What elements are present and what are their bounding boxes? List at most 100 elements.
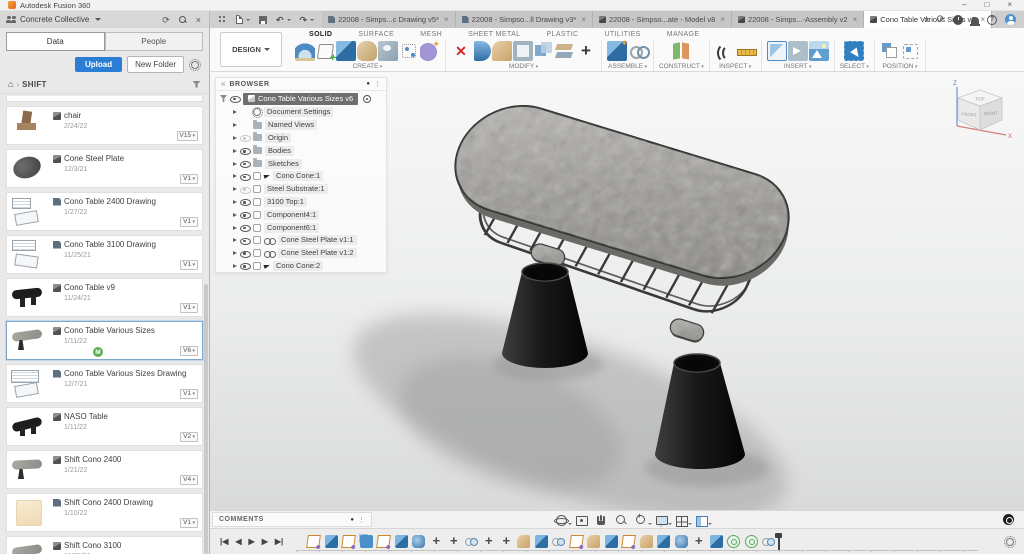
timeline-feature-icon[interactable]: [587, 535, 600, 548]
timeline-feature-icon[interactable]: [762, 535, 775, 548]
disclosure-triangle-icon[interactable]: [233, 226, 237, 230]
job-status-icon[interactable]: ⟳: [937, 14, 945, 26]
browser-tree-item[interactable]: Component4:1: [216, 208, 386, 221]
ribbon-tab[interactable]: PLASTIC: [533, 31, 591, 38]
tool-icon[interactable]: [317, 44, 334, 59]
browser-tree-item[interactable]: Named Views: [216, 119, 386, 132]
nav-tool-icon[interactable]: [575, 514, 587, 526]
data-panel-item[interactable]: Cono Table 3100 Drawing 11/25/21 V1: [6, 235, 203, 274]
tool-icon[interactable]: [534, 41, 554, 61]
redo-icon[interactable]: ↷: [300, 15, 308, 25]
comments-dot-icon[interactable]: ●: [350, 517, 354, 523]
visibility-eye-icon[interactable]: [240, 210, 250, 219]
data-settings-gear-icon[interactable]: [191, 61, 199, 69]
item-version-dropdown[interactable]: V1: [180, 518, 198, 529]
item-version-dropdown[interactable]: V15: [177, 131, 198, 142]
home-icon[interactable]: ⌂: [8, 80, 13, 89]
browser-tree-item[interactable]: Document Settings: [216, 106, 386, 119]
data-panel-item[interactable]: Cone Steel Plate 12/3/21 V1: [6, 149, 203, 188]
undo-caret[interactable]: [287, 19, 291, 21]
disclosure-triangle-icon[interactable]: [233, 123, 237, 127]
visibility-eye-icon[interactable]: [240, 261, 250, 270]
file-menu-caret[interactable]: [246, 19, 250, 21]
nav-tool-icon[interactable]: [675, 514, 687, 526]
undo-icon[interactable]: ↶: [276, 15, 284, 25]
in-canvas-status-icon[interactable]: [1003, 514, 1014, 525]
tool-icon[interactable]: [767, 41, 787, 61]
tool-icon[interactable]: [844, 41, 864, 61]
item-version-dropdown[interactable]: V6: [180, 346, 198, 357]
browser-tree-item[interactable]: Cone Steel Plate v1:1: [216, 234, 386, 247]
browser-tree-item[interactable]: 3100 Top:1: [216, 196, 386, 209]
nav-tool-caret[interactable]: [708, 523, 712, 525]
document-tab-close-icon[interactable]: ×: [720, 15, 725, 24]
refresh-icon[interactable]: ⟳: [162, 14, 170, 26]
timeline-settings-gear-icon[interactable]: [1006, 538, 1014, 546]
timeline-feature-icon[interactable]: [569, 535, 584, 548]
tool-icon[interactable]: [628, 41, 648, 61]
tool-icon[interactable]: [715, 41, 735, 61]
data-panel-item[interactable]: Shift Cono 2400 Drawing 1/10/22 V1: [6, 493, 203, 532]
visibility-eye-icon[interactable]: [240, 249, 250, 258]
data-panel-item-partial[interactable]: [6, 96, 203, 102]
timeline-feature-icon[interactable]: [621, 535, 636, 548]
timeline-feature-icon[interactable]: [447, 535, 460, 548]
browser-tree-item[interactable]: Cone Steel Plate v1:2: [216, 247, 386, 260]
tool-icon[interactable]: [671, 41, 691, 61]
playback-button[interactable]: |◀: [220, 536, 228, 548]
document-tab[interactable]: 22008 - Simps...-Assembly v2 ×: [732, 11, 864, 28]
new-tab-button[interactable]: +: [917, 11, 937, 28]
disclosure-triangle-icon[interactable]: [233, 213, 237, 217]
tool-icon[interactable]: [378, 41, 398, 61]
user-avatar[interactable]: [1005, 14, 1016, 25]
tool-icon[interactable]: [513, 41, 533, 61]
save-icon[interactable]: [259, 16, 267, 24]
minimize-button[interactable]: –: [962, 0, 966, 10]
document-tab[interactable]: 22008 - Simpso...ll Drawing v3* ×: [456, 11, 593, 28]
comments-menu-icon[interactable]: ⋮: [358, 516, 365, 524]
notifications-bell-icon[interactable]: [971, 17, 979, 24]
timeline-feature-icon[interactable]: [325, 535, 338, 548]
browser-menu-icon[interactable]: ⋮: [374, 80, 381, 88]
new-folder-button[interactable]: New Folder: [127, 56, 184, 73]
view-cube[interactable]: TOP FRONT RIGHT Z X: [944, 78, 1016, 144]
file-menu-icon[interactable]: [236, 15, 243, 24]
breadcrumb-folder[interactable]: SHIFT: [22, 80, 47, 89]
timeline-feature-icon[interactable]: [727, 535, 740, 548]
tab-people[interactable]: People: [105, 32, 204, 51]
document-tab-close-icon[interactable]: ×: [853, 15, 858, 24]
group-label-inspect[interactable]: INSPECT: [719, 63, 751, 70]
document-tab[interactable]: 22008 - Simpso...ate - Model v8 ×: [593, 11, 732, 28]
ribbon-tab[interactable]: MANAGE: [654, 31, 713, 38]
ribbon-tab[interactable]: SURFACE: [345, 31, 407, 38]
timeline-feature-icon[interactable]: [360, 535, 373, 548]
comments-panel[interactable]: COMMENTS ● ⋮: [212, 512, 372, 527]
document-tab[interactable]: 22008 - Simps...c Drawing v5* ×: [322, 11, 456, 28]
timeline-feature-icon[interactable]: [500, 535, 513, 548]
nav-tool-caret[interactable]: [688, 523, 692, 525]
ribbon-tab[interactable]: UTILITIES: [591, 31, 653, 38]
browser-tree-item[interactable]: Sketches: [216, 157, 386, 170]
timeline-feature-icon[interactable]: [395, 535, 408, 548]
visibility-eye-icon[interactable]: [240, 172, 250, 181]
playback-button[interactable]: ◀: [235, 536, 241, 548]
data-panel-item[interactable]: Cono Table 2400 Drawing 1/27/22 V1: [6, 192, 203, 231]
timeline-feature-icon[interactable]: [482, 535, 495, 548]
item-version-dropdown[interactable]: V1: [180, 389, 198, 400]
close-panel-icon[interactable]: ×: [196, 14, 201, 26]
browser-tree-item[interactable]: Component6:1: [216, 221, 386, 234]
ribbon-tab[interactable]: MESH: [407, 31, 455, 38]
sort-filter-icon[interactable]: [192, 81, 201, 89]
sidebar-scrollbar[interactable]: [204, 284, 208, 554]
data-panel-item[interactable]: Cono Table v9 11/24/21 V1: [6, 278, 203, 317]
document-tab-close-icon[interactable]: ×: [444, 15, 449, 24]
tool-icon[interactable]: [474, 41, 491, 61]
playback-button[interactable]: ▶: [249, 536, 255, 548]
nav-tool-icon[interactable]: [695, 514, 707, 526]
tool-icon[interactable]: [788, 41, 808, 61]
visibility-eye-icon[interactable]: [240, 197, 250, 206]
timeline-feature-icon[interactable]: [657, 535, 670, 548]
tool-icon[interactable]: [492, 41, 512, 61]
disclosure-triangle-icon[interactable]: [233, 110, 237, 114]
app-grid-icon[interactable]: [218, 15, 227, 24]
